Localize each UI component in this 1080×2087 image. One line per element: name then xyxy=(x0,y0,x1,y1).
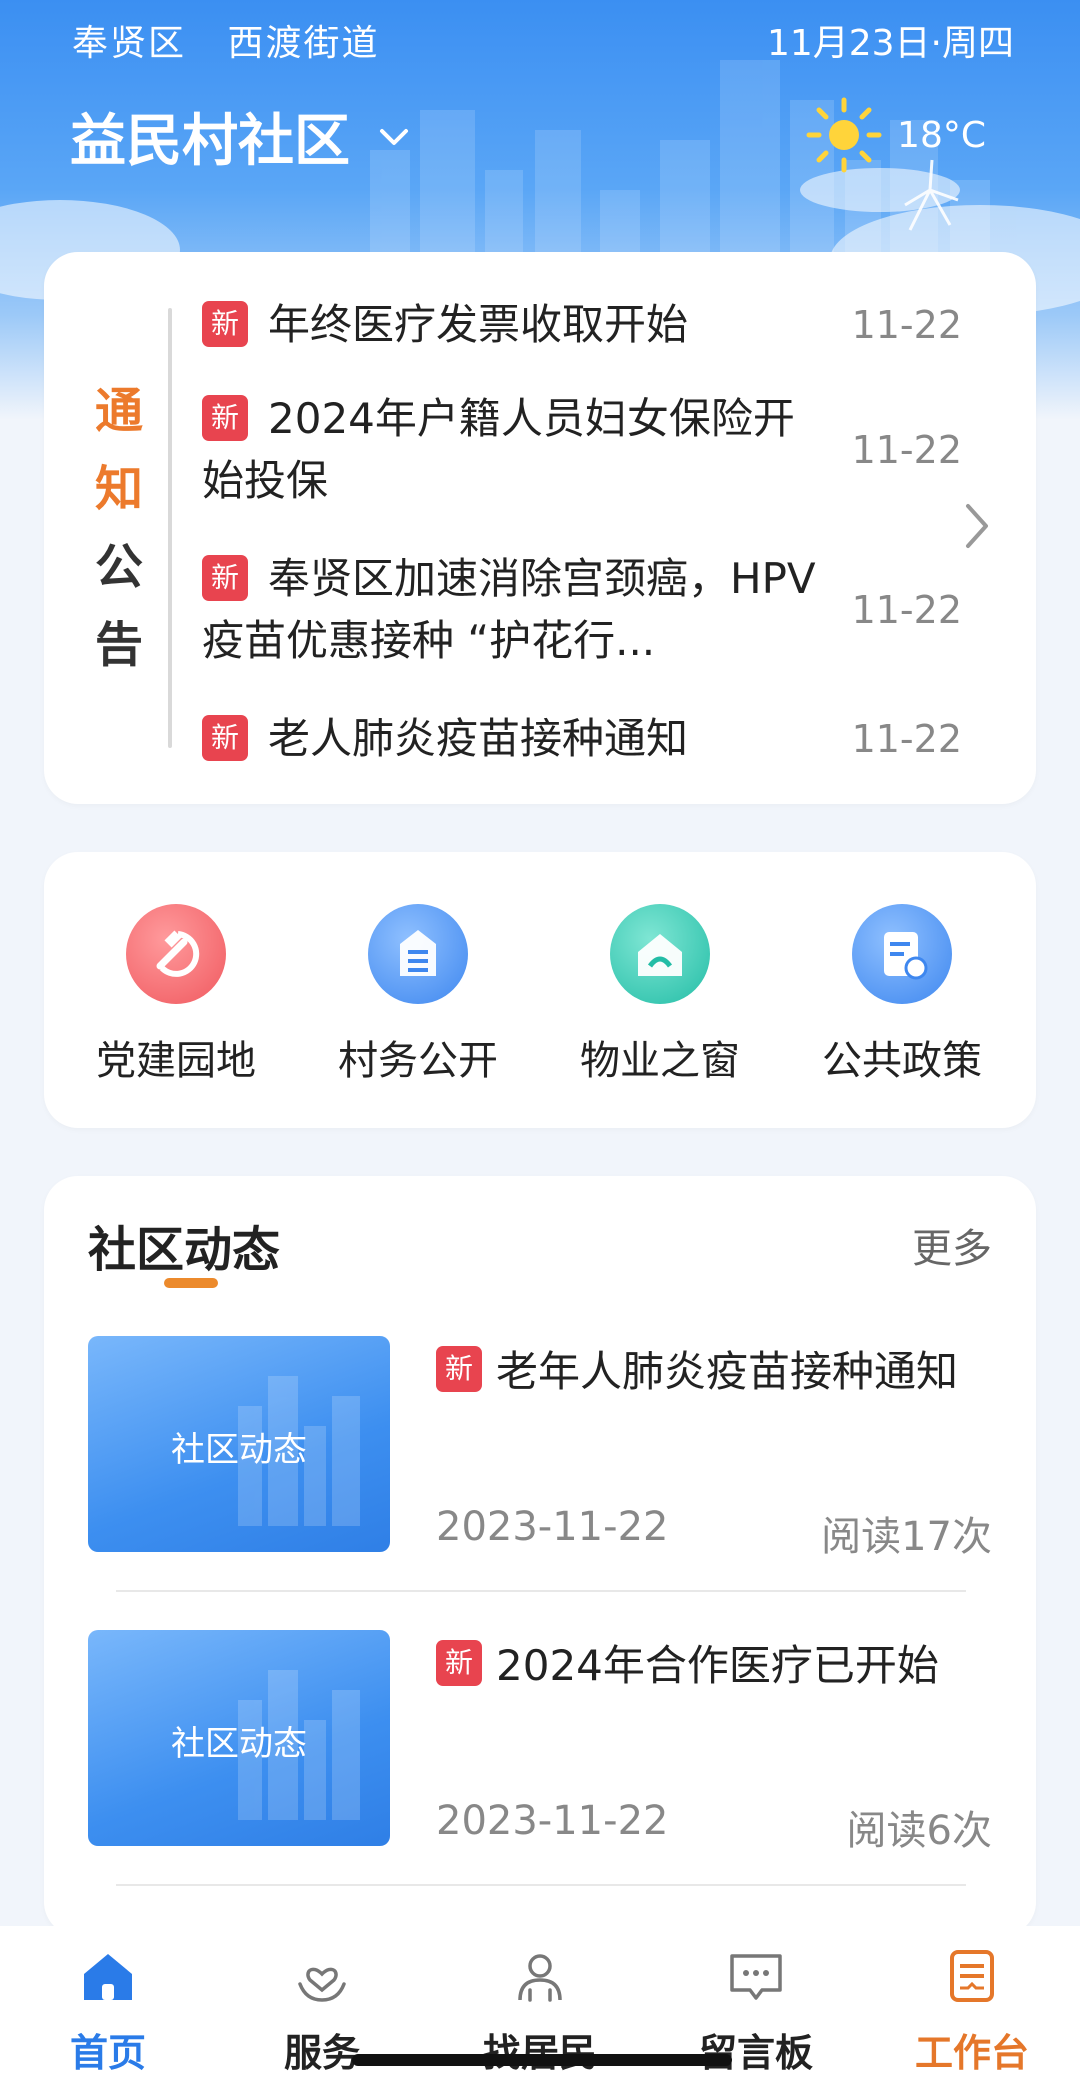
quick-entry-property[interactable]: 物业之窗 xyxy=(550,904,770,1086)
quick-entry-party[interactable]: 党建园地 xyxy=(66,904,286,1086)
notice-item-text: 2024年户籍人员妇女保险开始投保 xyxy=(202,394,795,505)
news-item-date: 2023-11-22 xyxy=(436,1798,669,1844)
notice-divider xyxy=(168,308,172,748)
community-selector[interactable]: 益民村社区 xyxy=(70,96,412,177)
thumbnail-label: 社区动态 xyxy=(171,1724,307,1764)
house-icon xyxy=(610,904,710,1004)
more-link[interactable]: 更多 xyxy=(912,1216,992,1274)
notice-title-char: 通 xyxy=(94,383,143,439)
notice-title-char: 告 xyxy=(94,617,143,673)
notice-item-date: 11-22 xyxy=(851,428,962,472)
tab-workbench[interactable]: 工作台 xyxy=(872,1944,1072,2077)
new-badge: 新 xyxy=(202,395,248,441)
new-badge: 新 xyxy=(436,1640,482,1686)
tab-label: 首页 xyxy=(69,2031,146,2075)
quick-entry-label: 物业之窗 xyxy=(580,1038,740,1084)
weather-widget: 18°C xyxy=(805,96,986,174)
quick-entry-label: 党建园地 xyxy=(96,1038,256,1084)
notice-item[interactable]: 新奉贤区加速消除宫颈癌，HPV疫苗优惠接种 “护花行... 11-22 xyxy=(202,548,962,672)
news-item-title: 2024年合作医疗已开始 xyxy=(496,1641,939,1690)
notice-title: 通 知 公 告 xyxy=(86,372,152,684)
notice-item-text: 奉贤区加速消除宫颈癌，HPV疫苗优惠接种 “护花行... xyxy=(202,554,816,665)
new-badge: 新 xyxy=(202,555,248,601)
notice-item-text: 年终医疗发票收取开始 xyxy=(268,300,689,349)
policy-icon xyxy=(852,904,952,1004)
notice-item-date: 11-22 xyxy=(851,717,962,761)
notice-item[interactable]: 新老人肺炎疫苗接种通知 11-22 xyxy=(202,708,962,770)
document-icon xyxy=(368,904,468,1004)
quick-entry-label: 公共政策 xyxy=(822,1038,982,1084)
divider xyxy=(116,1884,966,1886)
workbench-icon xyxy=(950,1950,994,2002)
new-badge: 新 xyxy=(202,715,248,761)
tab-home[interactable]: 首页 xyxy=(8,1944,208,2077)
new-badge: 新 xyxy=(202,301,248,347)
new-badge: 新 xyxy=(436,1346,482,1392)
home-indicator xyxy=(352,2054,732,2066)
news-item-title: 老年人肺炎疫苗接种通知 xyxy=(496,1347,959,1396)
community-news-card: 社区动态 更多 社区动态 新老年人肺炎疫苗接种通知 2023-11-22 阅读1… xyxy=(44,1176,1036,1936)
notice-item-text: 老人肺炎疫苗接种通知 xyxy=(268,714,689,763)
quick-entry-label: 村务公开 xyxy=(338,1038,498,1084)
tab-label: 找居民 xyxy=(482,2031,597,2075)
news-thumbnail: 社区动态 xyxy=(88,1336,390,1552)
chevron-right-icon[interactable] xyxy=(962,500,992,552)
news-item[interactable]: 社区动态 新老年人肺炎疫苗接种通知 2023-11-22 阅读17次 xyxy=(88,1336,992,1560)
temperature-label: 18°C xyxy=(897,114,986,156)
tab-label: 留言板 xyxy=(698,2031,813,2075)
app-page: 奉贤区 西渡街道 11月23日·周四 益民村社区 18°C 通 知 公 告 新 … xyxy=(0,0,1080,2087)
date-label: 11月23日·周四 xyxy=(766,23,1014,64)
section-title-underline xyxy=(164,1278,218,1288)
news-item-read-count: 阅读6次 xyxy=(846,1808,992,1854)
location-text: 奉贤区 西渡街道 xyxy=(72,14,379,66)
news-item[interactable]: 社区动态 新 2024年合作医疗已开始 2023-11-22 阅读6次 xyxy=(88,1630,992,1854)
quick-entry-card: 党建园地 村务公开 物业之窗 公共政策 xyxy=(44,852,1036,1128)
district-label: 奉贤区 xyxy=(72,23,187,64)
quick-entry-policy[interactable]: 公共政策 xyxy=(792,904,1012,1086)
news-item-read-count: 阅读17次 xyxy=(821,1514,992,1560)
notice-item-date: 11-22 xyxy=(851,303,962,347)
news-thumbnail: 社区动态 xyxy=(88,1630,390,1846)
section-title: 社区动态 xyxy=(88,1222,281,1278)
divider xyxy=(116,1590,966,1592)
street-label: 西渡街道 xyxy=(227,23,380,64)
thumbnail-label: 社区动态 xyxy=(171,1430,307,1470)
notice-card[interactable]: 通 知 公 告 新年终医疗发票收取开始 11-22 新 2024年户籍人员妇女保险… xyxy=(44,252,1036,804)
notice-item[interactable]: 新年终医疗发票收取开始 11-22 xyxy=(202,294,962,356)
message-board-icon xyxy=(730,1954,782,2000)
notice-item[interactable]: 新 2024年户籍人员妇女保险开始投保 11-22 xyxy=(202,388,962,512)
service-heart-icon xyxy=(298,1967,346,2002)
home-icon xyxy=(84,1954,132,2000)
tab-label: 工作台 xyxy=(914,2031,1029,2075)
tab-label: 服务 xyxy=(283,2031,360,2075)
party-emblem-icon xyxy=(126,904,226,1004)
sun-icon xyxy=(806,97,882,173)
residents-icon xyxy=(518,1954,562,2002)
chevron-down-icon xyxy=(380,128,408,145)
notice-title-char: 知 xyxy=(94,461,143,517)
notice-title-char: 公 xyxy=(94,539,143,595)
quick-entry-affairs[interactable]: 村务公开 xyxy=(308,904,528,1086)
community-name: 益民村社区 xyxy=(70,109,350,174)
notice-item-date: 11-22 xyxy=(851,588,962,632)
news-item-date: 2023-11-22 xyxy=(436,1504,669,1550)
